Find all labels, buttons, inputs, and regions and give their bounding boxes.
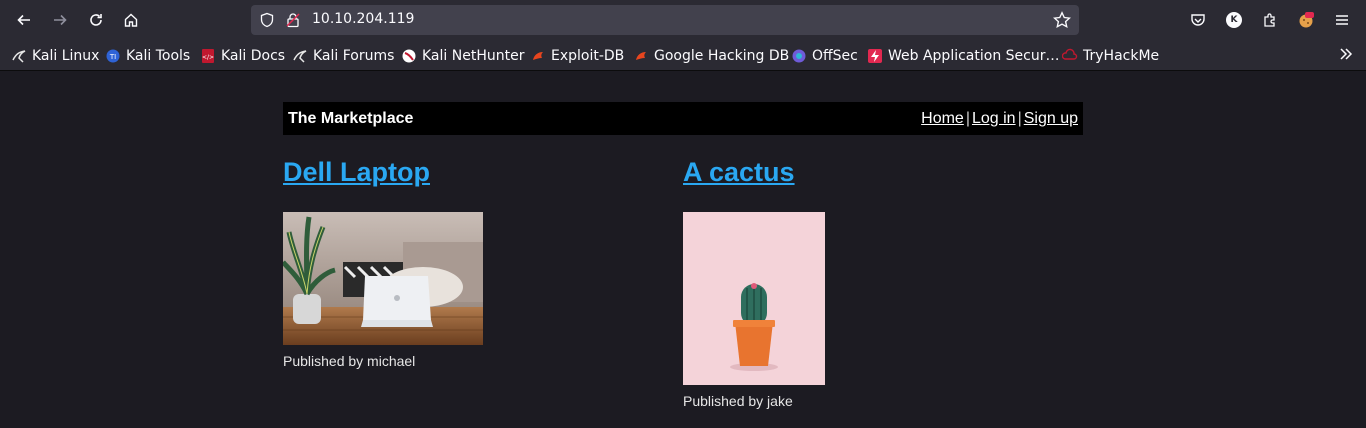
bookmark-exploit-db[interactable]: Exploit-DB <box>530 47 624 65</box>
reload-button[interactable] <box>84 8 108 32</box>
home-link[interactable]: Home <box>921 110 964 127</box>
bookmark-label: TryHackMe <box>1083 48 1160 64</box>
bookmark-google-hacking-db[interactable]: Google Hacking DB <box>633 47 789 65</box>
listing-title-link[interactable]: Dell Laptop <box>283 157 430 188</box>
site-title: The Marketplace <box>288 110 414 127</box>
kali-dragon-icon <box>12 50 26 63</box>
bookmark-star-icon[interactable] <box>1053 11 1071 29</box>
listing-published-by: Published by michael <box>283 353 416 369</box>
bookmark-label: Web Application Secur… <box>888 48 1060 64</box>
site-header: The Marketplace Home | Log in | Sign up <box>283 102 1083 135</box>
nethunter-icon <box>402 49 416 63</box>
tryhackme-icon <box>1062 48 1078 60</box>
bookmark-kali-nethunter[interactable]: Kali NetHunter <box>401 47 524 65</box>
bookmarks-toolbar: Kali Linux TI Kali Tools </> Kali Docs K… <box>0 40 1366 71</box>
bookmark-label: Kali Tools <box>126 48 191 64</box>
listing-title-link[interactable]: A cactus <box>683 157 795 188</box>
bookmark-web-app-security[interactable]: Web Application Secur… <box>867 47 1059 65</box>
bookmark-label: Exploit-DB <box>551 48 625 64</box>
bookmark-label: Google Hacking DB <box>654 48 790 64</box>
signup-link[interactable]: Sign up <box>1024 110 1078 127</box>
extensions-button[interactable] <box>1258 8 1282 32</box>
account-avatar: K <box>1226 12 1242 28</box>
header-nav: Home | Log in | Sign up <box>921 110 1078 128</box>
back-button[interactable] <box>12 8 36 32</box>
bookmark-kali-docs[interactable]: </> Kali Docs <box>200 47 285 65</box>
cookie-extension-icon <box>1299 12 1314 28</box>
reload-icon <box>90 14 102 26</box>
home-button[interactable] <box>119 8 143 32</box>
bookmark-offsec[interactable]: OffSec <box>791 47 858 65</box>
bookmark-label: OffSec <box>812 48 858 64</box>
extension-cookie-button[interactable] <box>1294 8 1318 32</box>
chevron-double-right-icon <box>1340 48 1353 60</box>
bookmark-label: Kali Forums <box>313 48 395 64</box>
bolt-icon <box>868 49 882 63</box>
listing-cactus: A cactus <box>683 157 795 188</box>
bookmark-label: Kali Docs <box>221 48 286 64</box>
nav-separator: | <box>1017 110 1022 127</box>
back-arrow-icon <box>17 14 30 26</box>
bookmark-tryhackme[interactable]: TryHackMe <box>1062 47 1159 65</box>
listing-dell-laptop: Dell Laptop <box>283 157 430 188</box>
svg-text:TI: TI <box>109 53 116 61</box>
offsec-icon <box>792 49 806 63</box>
exploitdb-icon <box>636 52 646 60</box>
browser-toolbar: 10.10.204.119 K <box>0 0 1366 40</box>
forward-button[interactable] <box>48 8 72 32</box>
cactus-photo <box>683 212 825 385</box>
insecure-lock-icon[interactable] <box>285 12 301 28</box>
bookmark-kali-forums[interactable]: Kali Forums <box>292 47 394 65</box>
url-text[interactable]: 10.10.204.119 <box>312 11 414 27</box>
address-bar[interactable]: 10.10.204.119 <box>251 5 1079 35</box>
bookmark-kali-tools[interactable]: TI Kali Tools <box>105 47 190 65</box>
kali-tools-icon: TI <box>106 49 120 63</box>
page-content: The Marketplace Home | Log in | Sign up Dell… <box>0 71 1366 428</box>
laptop-photo <box>283 212 483 345</box>
home-icon <box>124 13 138 27</box>
puzzle-icon <box>1264 13 1275 27</box>
login-link[interactable]: Log in <box>972 110 1016 127</box>
bookmark-kali-linux[interactable]: Kali Linux <box>11 47 99 65</box>
exploitdb-icon <box>533 52 543 60</box>
svg-text:</>: </> <box>202 54 214 61</box>
menu-button[interactable] <box>1330 8 1354 32</box>
listing-published-by: Published by jake <box>683 393 793 409</box>
kali-dragon-icon <box>293 50 307 63</box>
pocket-icon <box>1191 14 1205 26</box>
bookmark-label: Kali NetHunter <box>422 48 525 64</box>
nav-separator: | <box>965 110 970 127</box>
kali-docs-icon: </> <box>202 49 214 63</box>
account-button[interactable]: K <box>1222 8 1246 32</box>
shield-icon[interactable] <box>259 12 275 28</box>
pocket-button[interactable] <box>1186 8 1210 32</box>
bookmark-label: Kali Linux <box>32 48 100 64</box>
forward-arrow-icon <box>54 14 67 26</box>
hamburger-menu-icon <box>1336 15 1348 25</box>
bookmarks-overflow-button[interactable] <box>1338 46 1354 66</box>
